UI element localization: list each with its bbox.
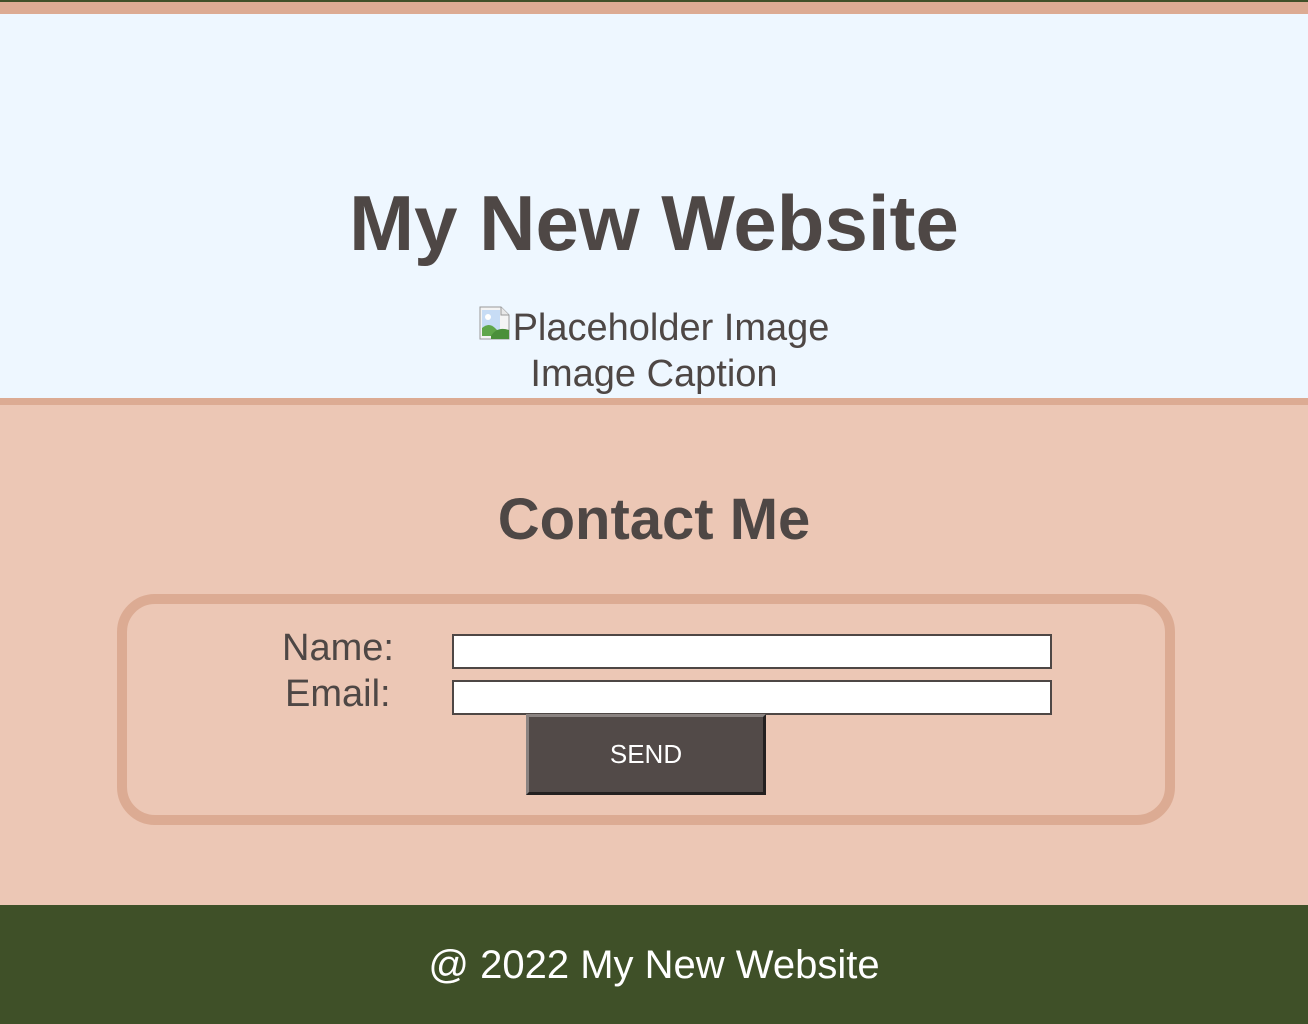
hero-section: My New Website Placeholder Image Image C…: [0, 14, 1308, 398]
email-label: Email:: [285, 673, 391, 715]
footer: @ 2022 My New Website: [0, 905, 1308, 1024]
email-input[interactable]: [452, 680, 1052, 715]
section-divider: [0, 398, 1308, 405]
contact-title: Contact Me: [497, 487, 811, 552]
placeholder-image-alt-text: Placeholder Image: [512, 307, 830, 349]
contact-section: Contact Me Name: Email: SEND: [0, 405, 1308, 905]
hero-figure: Placeholder Image Image Caption: [0, 306, 1308, 396]
contact-form: Name: Email: SEND: [117, 594, 1175, 825]
site-title: My New Website: [349, 179, 959, 267]
placeholder-image: Placeholder Image: [479, 306, 830, 350]
name-input[interactable]: [452, 634, 1052, 669]
footer-copyright: @ 2022 My New Website: [428, 943, 880, 987]
broken-image-icon: [479, 306, 513, 340]
top-accent-strip: [0, 0, 1308, 14]
name-label: Name:: [282, 627, 394, 669]
send-button[interactable]: SEND: [526, 714, 766, 795]
image-caption: Image Caption: [530, 353, 778, 395]
